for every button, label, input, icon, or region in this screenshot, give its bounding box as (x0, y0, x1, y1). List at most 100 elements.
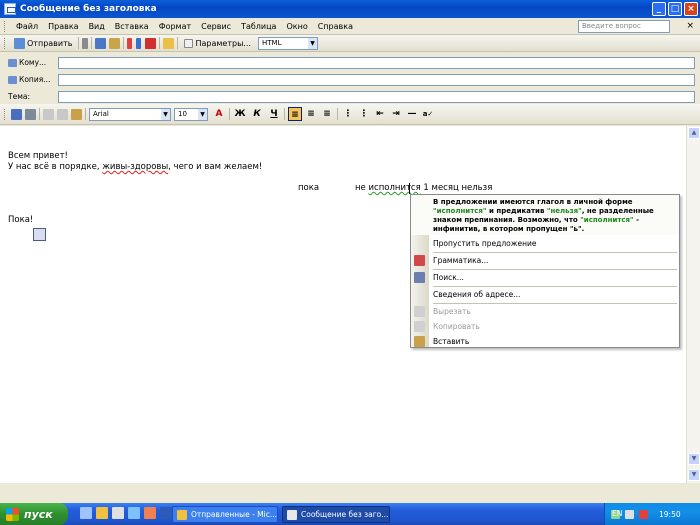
save-icon[interactable] (11, 108, 22, 120)
taskbar-item-sent-label: Отправленные - Mic... (191, 510, 278, 519)
send-button[interactable]: Отправить (11, 36, 75, 50)
spelling-error[interactable]: живы-здоровы (102, 162, 168, 172)
grammar-item[interactable]: Грамматика... (411, 253, 679, 268)
chevron-down-icon: ▼ (308, 37, 318, 49)
spelling-icon[interactable]: a✓ (421, 107, 435, 121)
copy-item[interactable]: Копировать (411, 319, 679, 334)
to-label: Кому... (19, 58, 47, 67)
maximize-button[interactable]: □ (668, 2, 682, 16)
word-icon[interactable] (160, 507, 172, 519)
volume-icon[interactable] (625, 509, 634, 519)
italic-button[interactable]: К (250, 107, 264, 121)
menu-tools[interactable]: Сервис (196, 22, 236, 31)
grammar-explanation: В предложении имеются глагол в личной фо… (411, 195, 679, 235)
importance-high-icon[interactable] (127, 37, 133, 49)
copy-label: Копировать (433, 322, 480, 331)
close-button[interactable]: × (684, 2, 698, 16)
start-button[interactable]: пуск (0, 503, 68, 525)
menu-format[interactable]: Формат (154, 22, 196, 31)
to-button[interactable]: Кому... (0, 58, 58, 67)
grammar-text-5: - (633, 216, 640, 224)
paste-item[interactable]: Вставить (411, 334, 679, 349)
vertical-scrollbar[interactable]: ▲ ▼ ▼ (686, 126, 700, 483)
browser-icon[interactable] (128, 507, 140, 519)
font-select[interactable]: Arial ▼ (89, 107, 171, 121)
options-label: Параметры... (195, 38, 252, 48)
font-size-select[interactable]: 10 ▼ (174, 107, 208, 121)
underline-button[interactable]: Ч (267, 107, 281, 121)
scroll-up-icon[interactable]: ▲ (688, 127, 700, 139)
numbered-list-icon[interactable]: ⋮ (341, 107, 355, 121)
align-right-icon[interactable]: ≡ (320, 107, 334, 121)
taskbar-item-message-label: Сообщение без заго... (301, 510, 389, 519)
message-icon (4, 3, 16, 15)
options-button[interactable]: Параметры... (181, 36, 254, 50)
folder-icon[interactable] (163, 37, 175, 49)
importance-low-icon[interactable] (136, 37, 142, 49)
media-player-icon[interactable] (112, 507, 124, 519)
grammar-error[interactable]: исполнится (369, 183, 421, 193)
menu-view[interactable]: Вид (84, 22, 110, 31)
menu-table[interactable]: Таблица (236, 22, 281, 31)
toolbar-grip[interactable] (4, 37, 7, 49)
separator (177, 37, 179, 49)
cc-button[interactable]: Копия... (0, 75, 58, 84)
toolbar-grip[interactable] (4, 20, 7, 32)
paste-options-icon[interactable] (33, 228, 46, 241)
bulleted-list-icon[interactable]: ⋮ (357, 107, 371, 121)
cut-item[interactable]: Вырезать (411, 304, 679, 319)
address-info-item[interactable]: Сведения об адресе... (411, 287, 679, 302)
message-format-select[interactable]: HTML ▼ (258, 36, 319, 50)
copy-icon[interactable] (57, 108, 68, 120)
help-search-input[interactable]: Введите вопрос (578, 20, 670, 33)
check-names-icon[interactable] (109, 37, 121, 49)
print-icon[interactable] (25, 108, 36, 120)
windows-logo-icon (6, 507, 19, 521)
lookup-item[interactable]: Поиск... (411, 270, 679, 285)
font-value: Arial (93, 110, 109, 118)
taskbar-item-sent[interactable]: Отправленные - Mic... (172, 506, 278, 523)
to-field[interactable] (58, 56, 695, 69)
document-close-icon[interactable]: × (686, 21, 694, 31)
scroll-down-icon[interactable]: ▼ (688, 453, 700, 465)
scroll-down-icon[interactable]: ▼ (688, 469, 700, 481)
title-bar: Сообщение без заголовка _ □ × (0, 0, 700, 18)
address-book-icon (8, 75, 17, 84)
menu-insert[interactable]: Вставка (110, 22, 154, 31)
message-icon (287, 509, 297, 520)
ignore-sentence-item[interactable]: Пропустить предложение (411, 236, 679, 251)
bold-button[interactable]: Ж (233, 107, 247, 121)
toolbar-grip[interactable] (4, 108, 7, 120)
decrease-indent-icon[interactable]: ⇤ (373, 107, 387, 121)
menu-help[interactable]: Справка (313, 22, 358, 31)
subject-field[interactable] (58, 90, 695, 103)
minimize-button[interactable]: _ (652, 2, 666, 16)
align-left-icon[interactable]: ≡ (288, 107, 302, 121)
address-area: Кому... Копия... Тема: (0, 53, 700, 104)
menu-edit[interactable]: Правка (43, 22, 83, 31)
increase-indent-icon[interactable]: ⇥ (389, 107, 403, 121)
taskbar-item-message[interactable]: Сообщение без заго... (282, 506, 390, 523)
menu-window[interactable]: Окно (281, 22, 312, 31)
paste-icon[interactable] (71, 108, 82, 120)
cut-icon (414, 306, 425, 317)
desktop-icon[interactable] (80, 507, 92, 519)
font-color-icon[interactable]: A (212, 107, 226, 121)
language-indicator[interactable]: EN (612, 509, 622, 518)
horizontal-line-icon[interactable]: — (405, 107, 419, 121)
security-icon[interactable] (639, 509, 648, 519)
window-title: Сообщение без заголовка (20, 4, 157, 14)
menu-file[interactable]: Файл (11, 22, 43, 31)
attach-icon[interactable] (82, 37, 89, 49)
body-line-3-rest: 1 месяц нельзя (420, 183, 493, 193)
outlook-icon[interactable] (96, 507, 108, 519)
address-book-icon[interactable] (95, 37, 107, 49)
grammar-quote-1: "исполнится" (433, 207, 487, 215)
flag-icon[interactable] (145, 37, 157, 49)
cc-field[interactable] (58, 73, 695, 86)
app-icon[interactable] (144, 507, 156, 519)
send-label: Отправить (27, 38, 73, 48)
cut-icon[interactable] (43, 108, 54, 120)
taskbar: пуск Отправленные - Mic... Сообщение без… (0, 503, 700, 525)
align-center-icon[interactable]: ≡ (304, 107, 318, 121)
